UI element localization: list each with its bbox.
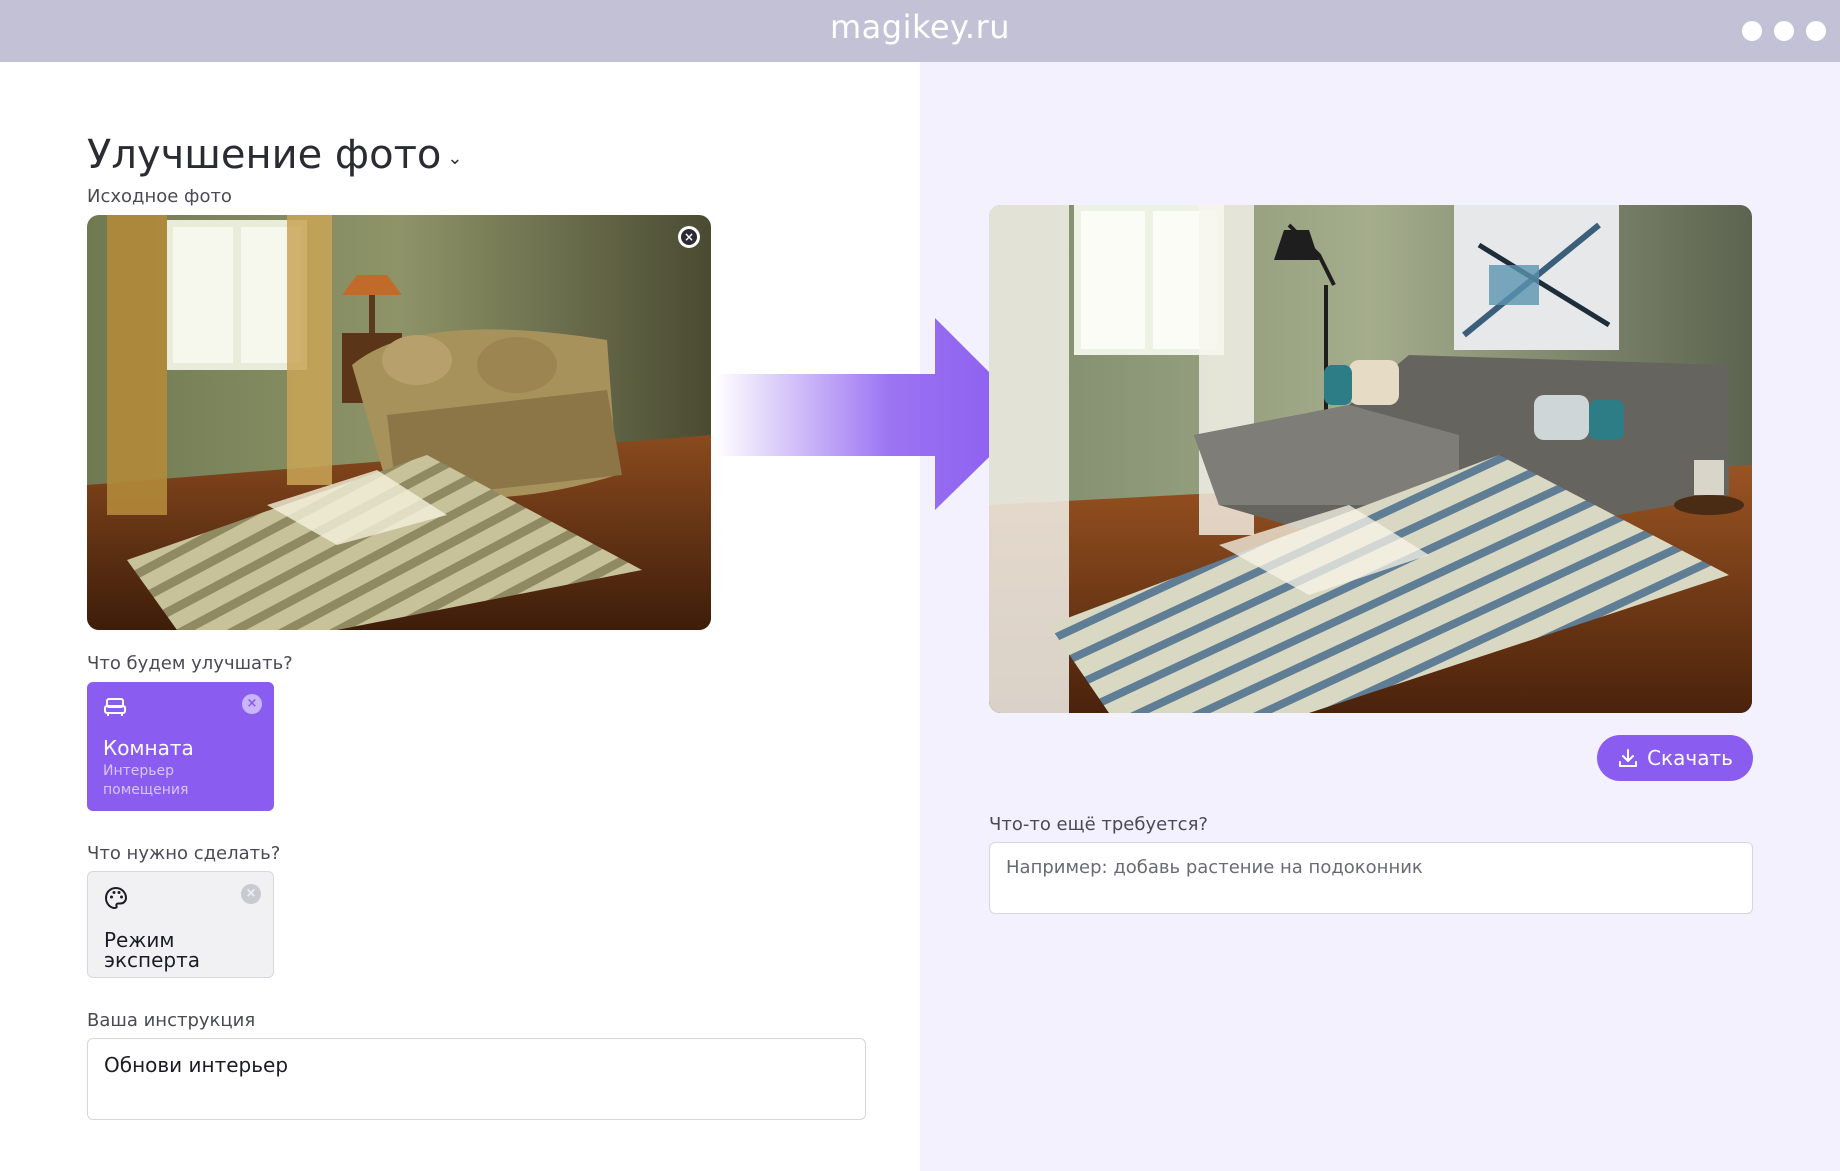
sofa-icon [104,698,126,716]
close-icon: × [246,696,258,711]
page-title-text: Улучшение фото [87,132,442,178]
instruction-input[interactable]: Обнови интерьер [87,1038,866,1120]
window-titlebar: magikey.ru [0,0,1840,62]
action-card-expert[interactable]: × Режим эксперта [87,871,274,978]
source-photo-label: Исходное фото [87,186,232,207]
remove-action-button[interactable]: × [241,884,261,904]
remove-photo-button[interactable]: × [678,226,700,248]
close-icon: × [681,229,697,245]
target-label: Что будем улучшать? [87,653,293,674]
window-dot-1[interactable] [1742,21,1762,41]
window-dot-3[interactable] [1806,21,1826,41]
result-photo [989,205,1752,713]
more-label: Что-то ещё требуется? [989,814,1208,835]
download-button[interactable]: Скачать [1597,735,1753,781]
source-photo [87,215,711,630]
more-input[interactable]: Например: добавь растение на подоконник [989,842,1753,914]
target-title: Комната [103,736,194,760]
instruction-label: Ваша инструкция [87,1010,256,1031]
page-title[interactable]: Улучшение фото ⌄ [87,132,462,178]
window-dot-2[interactable] [1774,21,1794,41]
palette-icon [104,886,128,910]
action-title: Режим эксперта [104,928,201,972]
download-icon [1619,749,1638,767]
chevron-down-icon: ⌄ [447,147,463,169]
site-title: magikey.ru [829,8,1011,46]
remove-target-button[interactable]: × [242,694,262,714]
arrow-right-icon [715,318,1032,510]
close-icon: × [245,886,257,901]
target-subtitle: Интерьер помещения [103,763,189,798]
window-controls [1742,21,1826,41]
action-label: Что нужно сделать? [87,843,281,864]
download-label: Скачать [1647,746,1733,770]
target-card-room[interactable]: × Комната Интерьер помещения [87,682,274,811]
